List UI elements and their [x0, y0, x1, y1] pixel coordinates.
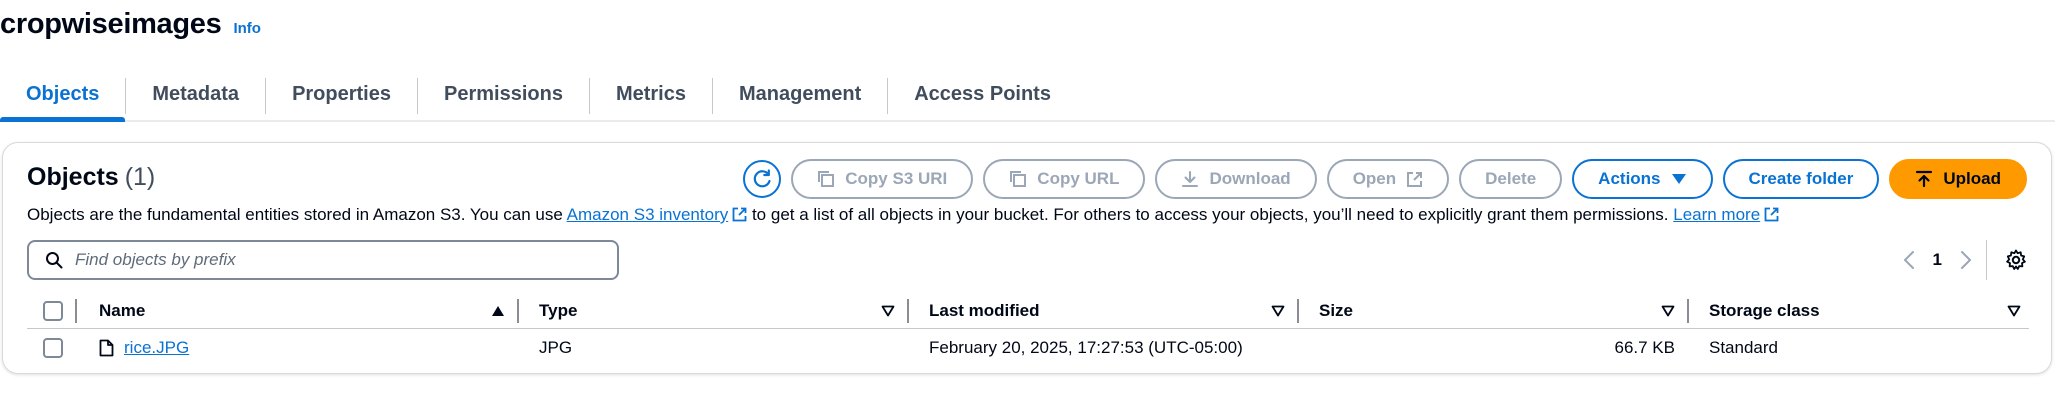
row-checkbox-cell: [27, 329, 77, 367]
download-icon: [1182, 171, 1199, 187]
tab-properties[interactable]: Properties: [266, 68, 417, 120]
learn-more-label: Learn more: [1673, 205, 1761, 224]
delete-label: Delete: [1485, 169, 1537, 188]
chevron-left-icon[interactable]: [1903, 250, 1915, 270]
upload-icon: [1916, 170, 1933, 188]
file-icon: [99, 339, 114, 357]
search-field: [27, 240, 619, 280]
page-header: cropwiseimages Info: [0, 8, 261, 41]
copy-s3-uri-button[interactable]: Copy S3 URI: [791, 159, 974, 199]
objects-description: Objects are the fundamental entities sto…: [27, 205, 1779, 225]
copy-s3-uri-label: Copy S3 URI: [845, 169, 948, 188]
description-text: to get a list of all objects in your buc…: [747, 205, 1674, 224]
description-text: Objects are the fundamental entities sto…: [27, 205, 567, 224]
column-header-name[interactable]: Name: [77, 293, 519, 328]
tab-metrics[interactable]: Metrics: [590, 68, 712, 120]
table-row[interactable]: rice.JPG JPG February 20, 2025, 17:27:53…: [27, 329, 2029, 367]
caret-down-icon: [1671, 174, 1686, 184]
column-header-size[interactable]: Size: [1299, 293, 1689, 328]
create-folder-button[interactable]: Create folder: [1722, 159, 1880, 199]
info-link[interactable]: Info: [233, 20, 261, 37]
chevron-right-icon[interactable]: [1960, 250, 1972, 270]
pagination: 1: [1903, 240, 2027, 280]
cell-storage-class: Standard: [1709, 338, 1778, 357]
create-folder-label: Create folder: [1748, 169, 1854, 188]
copy-url-label: Copy URL: [1037, 169, 1120, 188]
objects-panel: Objects (1) Copy S3 URI Copy URL Download…: [2, 142, 2052, 374]
external-link-icon: [732, 207, 747, 222]
actions-dropdown-button[interactable]: Actions: [1572, 159, 1713, 199]
upload-button[interactable]: Upload: [1889, 159, 2027, 199]
objects-heading-label: Objects: [27, 163, 119, 191]
s3-inventory-link[interactable]: Amazon S3 inventory: [567, 205, 748, 224]
external-link-icon: [1764, 207, 1779, 222]
page-number[interactable]: 1: [1933, 250, 1942, 270]
download-button[interactable]: Download: [1155, 159, 1317, 199]
cell-size: 66.7 KB: [1614, 338, 1676, 357]
actions-label: Actions: [1598, 169, 1661, 188]
upload-label: Upload: [1943, 169, 2001, 188]
bucket-name: cropwiseimages: [0, 8, 222, 40]
column-header-name-label: Name: [99, 300, 146, 320]
tab-objects[interactable]: Objects: [0, 68, 126, 122]
search-icon: [46, 252, 63, 269]
cell-type: JPG: [539, 338, 573, 357]
column-header-last-modified[interactable]: Last modified: [909, 293, 1299, 328]
tab-permissions[interactable]: Permissions: [418, 68, 589, 120]
objects-heading: Objects (1): [27, 163, 155, 192]
select-all-checkbox[interactable]: [43, 300, 63, 321]
tab-management[interactable]: Management: [713, 68, 887, 120]
copy-icon: [1010, 171, 1027, 187]
gear-icon[interactable]: [2005, 249, 2027, 271]
objects-count: (1): [124, 163, 156, 191]
tab-metadata[interactable]: Metadata: [126, 68, 265, 120]
column-header-size-label: Size: [1319, 300, 1354, 320]
copy-icon: [818, 171, 835, 187]
cell-last-modified: February 20, 2025, 17:27:53 (UTC-05:00): [929, 338, 1243, 357]
object-name-link[interactable]: rice.JPG: [124, 338, 189, 358]
column-header-storage-class[interactable]: Storage class: [1689, 293, 2029, 328]
sort-icon: [1271, 305, 1285, 316]
delete-button[interactable]: Delete: [1459, 159, 1563, 199]
search-input[interactable]: [73, 249, 593, 271]
sort-icon: [1661, 305, 1675, 316]
external-link-icon: [1407, 171, 1423, 187]
cell-name: rice.JPG: [77, 329, 519, 367]
sort-icon: [2007, 305, 2021, 316]
column-header-last-modified-label: Last modified: [929, 300, 1040, 320]
s3-inventory-link-label: Amazon S3 inventory: [566, 205, 729, 224]
pagination-divider: [1986, 240, 1987, 280]
tab-access-points[interactable]: Access Points: [888, 68, 1077, 120]
open-button[interactable]: Open: [1326, 159, 1450, 199]
column-header-type[interactable]: Type: [519, 293, 909, 328]
header-checkbox-cell: [27, 293, 77, 328]
sort-icon: [881, 305, 895, 316]
objects-table: Name Type Last modified Size Storage cla: [27, 293, 2029, 367]
table-header: Name Type Last modified Size Storage cla: [27, 293, 2029, 329]
open-label: Open: [1352, 169, 1397, 188]
column-header-type-label: Type: [539, 300, 578, 320]
download-label: Download: [1209, 169, 1291, 188]
sort-ascending-icon: [492, 305, 504, 316]
row-checkbox[interactable]: [43, 338, 63, 358]
tab-bar: Objects Metadata Properties Permissions …: [0, 68, 2055, 122]
learn-more-link[interactable]: Learn more: [1673, 205, 1779, 224]
column-header-storage-class-label: Storage class: [1709, 300, 1820, 320]
copy-url-button[interactable]: Copy URL: [983, 159, 1146, 199]
refresh-icon: [754, 169, 771, 188]
refresh-button[interactable]: [743, 160, 782, 198]
objects-toolbar: Copy S3 URI Copy URL Download Open Delet…: [743, 159, 2027, 199]
